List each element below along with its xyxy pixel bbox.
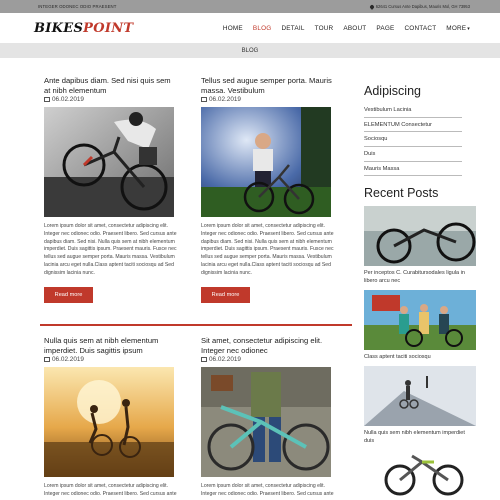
post-title[interactable]: Sit amet, consectetur adipiscing elit. I… bbox=[201, 336, 334, 355]
nav-more-label: MORE bbox=[446, 24, 467, 32]
post-title[interactable]: Ante dapibus diam. Sed nisi quis sem at … bbox=[44, 76, 177, 95]
post-excerpt: Lorem ipsum dolor sit amet, consectetur … bbox=[201, 223, 334, 276]
post-title[interactable]: Tellus sed augue semper porta. Mauris ma… bbox=[201, 76, 334, 95]
post-date-text: 06.02.2019 bbox=[209, 356, 241, 363]
recent-post-image[interactable] bbox=[364, 366, 476, 426]
post-date: 06.02.2019 bbox=[44, 96, 177, 103]
post-date: 06.02.2019 bbox=[44, 356, 177, 363]
topbar-address: 62641 Cursus Ante Dapibus, Mauris Mol, G… bbox=[368, 3, 470, 10]
nav-tour[interactable]: TOUR bbox=[315, 25, 334, 32]
recent-post-caption[interactable]: Nulla quis sem nibh elementum imperdiet … bbox=[364, 429, 468, 445]
recent-posts: Recent Posts Per inceptos C. Curabiturso… bbox=[364, 186, 476, 500]
main-nav: HOME BLOG DETAIL TOUR ABOUT PAGE CONTACT… bbox=[223, 25, 470, 32]
post-date: 06.02.2019 bbox=[201, 356, 334, 363]
post-image[interactable] bbox=[201, 367, 331, 477]
calendar-icon bbox=[201, 97, 207, 102]
logo-text-2: POINT bbox=[83, 20, 134, 36]
address-text: 62641 Cursus Ante Dapibus, Mauris Mol, G… bbox=[375, 4, 470, 9]
read-more-button[interactable]: Read more bbox=[44, 286, 93, 303]
category-item[interactable]: Mauris Massa bbox=[364, 162, 462, 177]
post-image[interactable] bbox=[201, 107, 331, 217]
category-item[interactable]: ELEMENTUM Consectetur bbox=[364, 118, 462, 133]
nav-detail[interactable]: DETAIL bbox=[281, 25, 304, 32]
top-bar: INTEGER ODONEC ODIO PRAESENT 62641 Cursu… bbox=[0, 0, 500, 13]
post-excerpt: Lorem ipsum dolor sit amet, consectetur … bbox=[201, 483, 334, 497]
read-more-button[interactable]: Read more bbox=[201, 286, 250, 303]
post-image[interactable] bbox=[44, 367, 174, 477]
nav-page[interactable]: PAGE bbox=[376, 25, 394, 32]
nav-contact[interactable]: CONTACT bbox=[404, 25, 436, 32]
blog-post: Sit amet, consectetur adipiscing elit. I… bbox=[201, 336, 334, 499]
breadcrumb: BLOG bbox=[0, 43, 500, 58]
category-item[interactable]: Vestibulum Lacinia bbox=[364, 103, 462, 118]
post-date-text: 06.02.2019 bbox=[52, 356, 84, 363]
nav-blog[interactable]: BLOG bbox=[253, 25, 272, 32]
blog-post: Tellus sed augue semper porta. Mauris ma… bbox=[201, 76, 334, 303]
topbar-text: INTEGER ODONEC ODIO PRAESENT bbox=[38, 4, 117, 9]
category-item[interactable]: Sociosqu bbox=[364, 132, 462, 148]
sidebar-title: Adipiscing bbox=[364, 84, 421, 98]
post-excerpt: Lorem ipsum dolor sit amet, consectetur … bbox=[44, 223, 177, 276]
post-image[interactable] bbox=[44, 107, 174, 217]
post-date-text: 06.02.2019 bbox=[209, 96, 241, 103]
blog-post: Ante dapibus diam. Sed nisi quis sem at … bbox=[44, 76, 177, 303]
nav-about[interactable]: ABOUT bbox=[343, 25, 366, 32]
section-divider bbox=[40, 324, 352, 326]
blog-post: Nulla quis sem at nibh elementum imperdi… bbox=[44, 336, 177, 499]
recent-post-image[interactable] bbox=[364, 290, 476, 350]
logo-text-1: BIKES bbox=[34, 20, 84, 36]
nav-more[interactable]: MORE▾ bbox=[446, 25, 470, 32]
calendar-icon bbox=[201, 357, 207, 362]
category-item[interactable]: Duis bbox=[364, 147, 462, 162]
recent-post-image[interactable] bbox=[364, 206, 476, 266]
calendar-icon bbox=[44, 97, 50, 102]
post-excerpt: Lorem ipsum dolor sit amet, consectetur … bbox=[44, 483, 177, 497]
sidebar-categories: Adipiscing Vestibulum Lacinia ELEMENTUM … bbox=[364, 84, 476, 177]
post-title[interactable]: Nulla quis sem at nibh elementum imperdi… bbox=[44, 336, 177, 355]
post-date: 06.02.2019 bbox=[201, 96, 334, 103]
recent-post-caption[interactable]: Class aptent taciti sociosqu bbox=[364, 353, 468, 361]
recent-post-image[interactable] bbox=[364, 450, 476, 500]
category-list: Vestibulum Lacinia ELEMENTUM Consectetur… bbox=[364, 103, 476, 177]
site-logo[interactable]: BIKESPOINT bbox=[34, 21, 133, 36]
location-pin-icon bbox=[368, 3, 375, 10]
recent-post-caption[interactable]: Per inceptos C. Curabitursodales ligula … bbox=[364, 269, 468, 285]
nav-home[interactable]: HOME bbox=[223, 25, 243, 32]
post-date-text: 06.02.2019 bbox=[52, 96, 84, 103]
caret-down-icon: ▾ bbox=[467, 25, 470, 32]
recent-title: Recent Posts bbox=[364, 186, 439, 200]
site-header: BIKESPOINT HOME BLOG DETAIL TOUR ABOUT P… bbox=[0, 13, 500, 43]
calendar-icon bbox=[44, 357, 50, 362]
